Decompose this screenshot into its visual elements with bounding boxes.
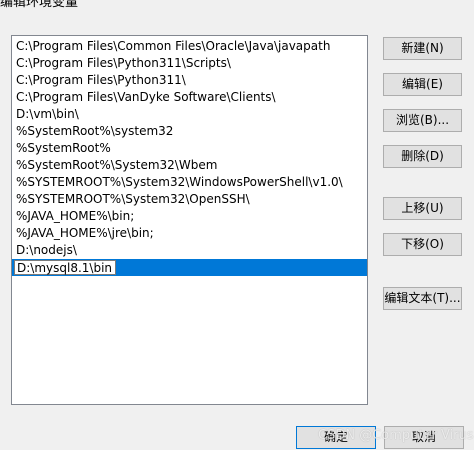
window-title: 编辑环境变量 (0, 0, 79, 10)
path-edit-input[interactable]: D:\mysql8.1\bin (14, 260, 117, 275)
move-up-button[interactable]: 上移(U) (383, 197, 462, 220)
path-list-item[interactable]: C:\Program Files\Python311\Scripts\ (12, 55, 367, 72)
delete-button[interactable]: 删除(D) (383, 145, 462, 168)
edit-text-button[interactable]: 编辑文本(T)... (383, 287, 462, 310)
path-list-item[interactable]: C:\Program Files\VanDyke Software\Client… (12, 89, 367, 106)
path-list[interactable]: C:\Program Files\Common Files\Oracle\Jav… (11, 35, 368, 405)
path-list-item[interactable]: %SYSTEMROOT%\System32\OpenSSH\ (12, 191, 367, 208)
path-list-item[interactable]: C:\Program Files\Common Files\Oracle\Jav… (12, 38, 367, 55)
path-list-item-selected[interactable]: D:\mysql8.1\bin (12, 259, 367, 276)
path-list-item[interactable]: D:\vm\bin\ (12, 106, 367, 123)
path-list-item[interactable]: C:\Program Files\Python311\ (12, 72, 367, 89)
path-list-item[interactable]: D:\nodejs\ (12, 242, 367, 259)
path-list-item[interactable]: %SystemRoot%\System32\Wbem (12, 157, 367, 174)
new-button[interactable]: 新建(N) (383, 37, 462, 60)
cancel-button[interactable]: 取消 (384, 426, 464, 449)
path-list-item[interactable]: %JAVA_HOME%\bin; (12, 208, 367, 225)
browse-button[interactable]: 浏览(B)... (383, 109, 462, 132)
move-down-button[interactable]: 下移(O) (383, 233, 462, 256)
path-list-item[interactable]: %JAVA_HOME%\jre\bin; (12, 225, 367, 242)
path-list-item[interactable]: %SystemRoot%\system32 (12, 123, 367, 140)
path-list-item[interactable]: %SYSTEMROOT%\System32\WindowsPowerShell\… (12, 174, 367, 191)
edit-button[interactable]: 编辑(E) (383, 73, 462, 96)
path-list-item[interactable]: %SystemRoot% (12, 140, 367, 157)
ok-button[interactable]: 确定 (296, 426, 376, 449)
